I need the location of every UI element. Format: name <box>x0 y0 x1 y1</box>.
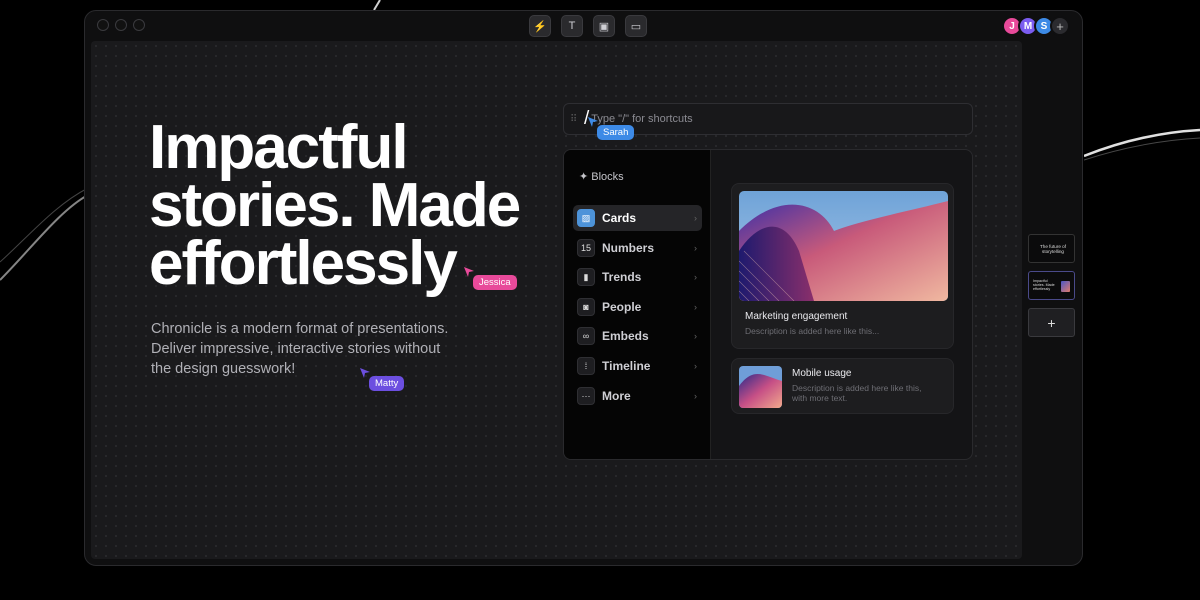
menu-item-label: Embeds <box>602 329 649 344</box>
headline-line: stories. Made <box>149 171 521 240</box>
chevron-right-icon: › <box>694 213 697 223</box>
card-title: Mobile usage <box>792 368 852 379</box>
blocks-panel: ✦ Blocks ▨ Cards › 15 Numbers › ▮ Trends › ◙ Peopl… <box>563 149 973 460</box>
trends-icon: ▮ <box>577 268 595 287</box>
abstract-art-image <box>739 366 782 408</box>
card-mobile-usage[interactable]: Mobile usage Description is added here l… <box>731 358 954 414</box>
cursor-name-tag: Matty <box>369 376 405 391</box>
lightning-button[interactable]: ⚡ <box>529 15 551 37</box>
text-button[interactable]: T <box>561 15 583 37</box>
collaborator-avatars: J M S + <box>1002 16 1070 36</box>
cursor-name-tag: Jessica <box>473 275 517 290</box>
menu-item-label: Numbers <box>602 240 655 255</box>
decorative-swoosh-left <box>0 187 89 281</box>
lightning-icon: ⚡ <box>533 20 547 33</box>
menu-item-more[interactable]: ··· More › <box>573 383 702 409</box>
chevron-right-icon: › <box>694 272 697 283</box>
subtitle: Chronicle is a modern format of presenta… <box>151 321 449 377</box>
headline-line: Impactful <box>149 113 409 182</box>
chevron-right-icon: › <box>694 390 697 401</box>
card-description: Description is added here like this... <box>745 326 880 336</box>
slide-thumbnail-active[interactable]: Impactful stories. Made effortlessly <box>1028 271 1075 300</box>
numbers-icon: 15 <box>577 238 595 257</box>
card-image <box>739 366 782 408</box>
layout-icon: ▭ <box>630 20 642 33</box>
cursor-sarah: Sarah <box>587 116 635 140</box>
drag-handle-icon[interactable]: ⠿ <box>570 114 580 125</box>
menu-item-cards[interactable]: ▨ Cards › <box>573 205 702 231</box>
window-maximize-button[interactable] <box>133 19 145 31</box>
app-window: ⚡ T ▣ ▭ J M S + Impactful stories. Made … <box>84 10 1083 566</box>
embeds-icon: ∞ <box>577 327 595 346</box>
decorative-swoosh-top <box>373 0 381 10</box>
menu-item-label: Timeline <box>602 358 651 373</box>
chevron-right-icon: › <box>694 360 697 371</box>
card-marketing-engagement[interactable]: Marketing engagement Description is adde… <box>731 183 954 349</box>
menu-item-timeline[interactable]: ⁞ Timeline › <box>573 353 702 379</box>
menu-item-label: Trends <box>602 270 642 285</box>
decorative-swoosh-right <box>1084 128 1200 161</box>
more-icon: ··· <box>577 386 595 405</box>
cursor-matty: Matty <box>359 367 405 391</box>
window-minimize-button[interactable] <box>115 19 127 31</box>
menu-item-label: More <box>602 388 631 403</box>
slide-thumbnail-text: The future of storytelling <box>1039 244 1067 254</box>
menu-item-label: Cards <box>602 211 637 225</box>
card-image <box>739 191 948 301</box>
menu-item-numbers[interactable]: 15 Numbers › <box>573 235 702 261</box>
add-collaborator-button[interactable]: + <box>1050 16 1070 36</box>
menu-item-people[interactable]: ◙ People › <box>573 294 702 320</box>
menu-item-embeds[interactable]: ∞ Embeds › <box>573 323 702 349</box>
abstract-art-image <box>739 191 948 301</box>
cursor-jessica: Jessica <box>463 266 517 290</box>
cards-icon: ▨ <box>577 209 595 227</box>
slide-thumbnail[interactable]: The future of storytelling <box>1028 234 1075 263</box>
blocks-menu-items: ▨ Cards › 15 Numbers › ▮ Trends › ◙ People › ∞ Embeds… <box>573 205 702 412</box>
card-title: Marketing engagement <box>745 311 848 322</box>
text-icon: T <box>568 20 576 32</box>
image-icon: ▣ <box>598 20 610 33</box>
chevron-right-icon: › <box>694 242 697 253</box>
blocks-menu-title: ✦ Blocks <box>579 171 624 183</box>
window-close-button[interactable] <box>97 19 109 31</box>
menu-item-trends[interactable]: ▮ Trends › <box>573 264 702 290</box>
window-controls <box>97 19 145 31</box>
menu-item-label: People <box>602 299 642 314</box>
layout-button[interactable]: ▭ <box>625 15 647 37</box>
timeline-icon: ⁞ <box>577 356 595 375</box>
slide-thumbnail-image <box>1061 281 1070 292</box>
people-icon: ◙ <box>577 297 595 316</box>
blocks-menu: ✦ Blocks ▨ Cards › 15 Numbers › ▮ Trends › ◙ Peopl… <box>564 150 711 459</box>
chevron-right-icon: › <box>694 331 697 342</box>
cursor-name-tag: Sarah <box>597 125 635 140</box>
slide-thumbnail-text: Impactful stories. Made effortlessly <box>1033 279 1055 291</box>
card-description: Description is added here like this, wit… <box>792 383 922 403</box>
slide-canvas[interactable]: Impactful stories. Made effortlessly Jes… <box>91 41 1022 559</box>
image-button[interactable]: ▣ <box>593 15 615 37</box>
chevron-right-icon: › <box>694 301 697 312</box>
toolbar: ⚡ T ▣ ▭ <box>529 15 647 37</box>
add-slide-button[interactable]: + <box>1028 308 1075 337</box>
